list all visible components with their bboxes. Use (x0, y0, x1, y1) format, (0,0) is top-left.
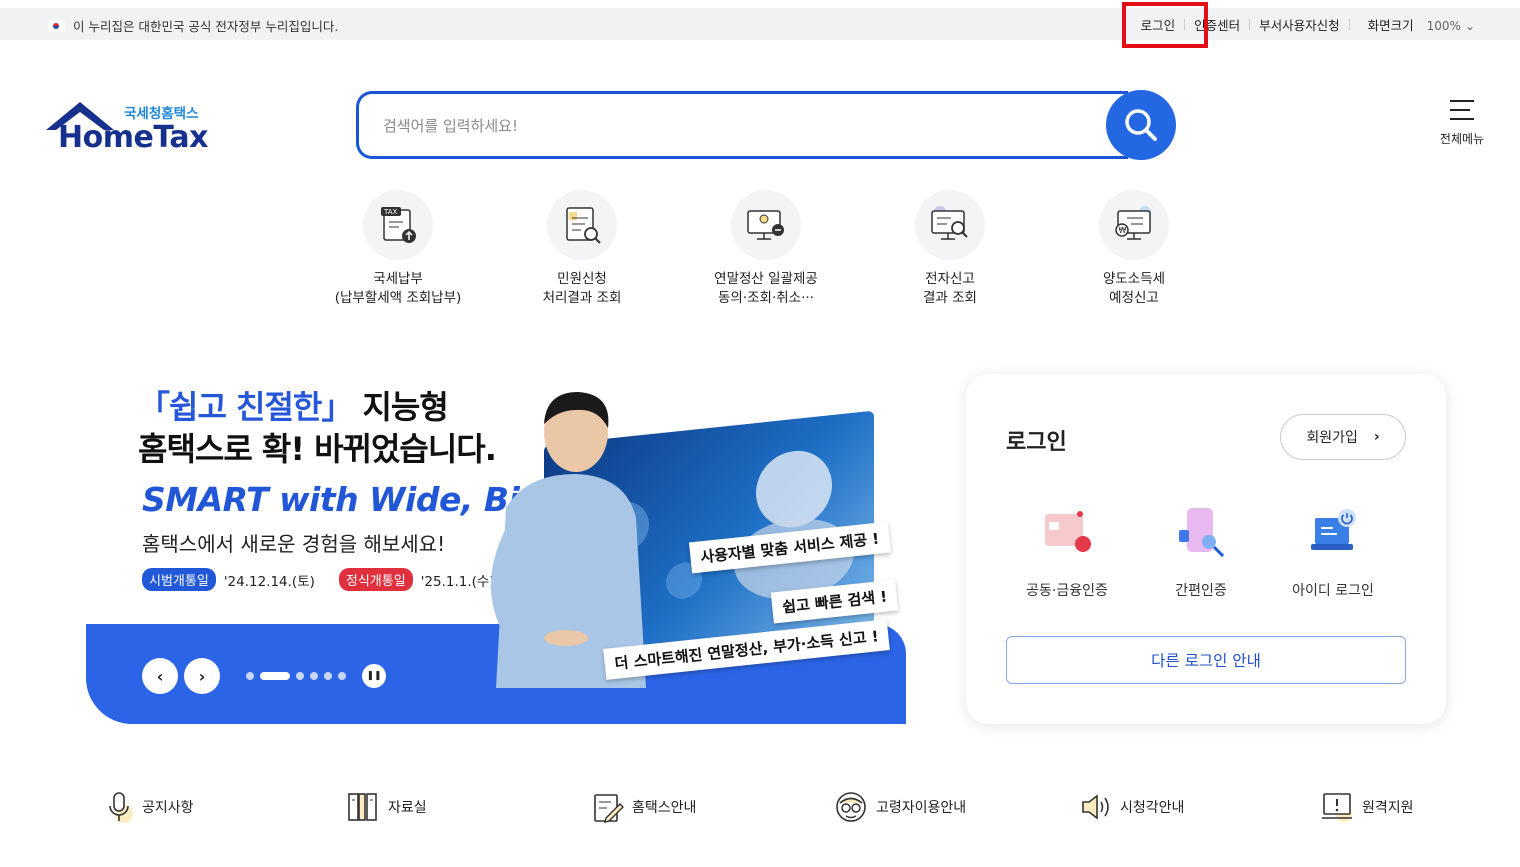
all-menu-label: 전체메뉴 (1439, 132, 1485, 146)
quick-menu-item[interactable]: ₩ 양도소득세 예정신고 (1054, 190, 1214, 308)
slide-dot[interactable] (246, 672, 254, 680)
pilot-date: '24.12.14.(토) (223, 573, 315, 590)
banner-dates: 시범개통일 '24.12.14.(토) 정식개통일 '25.1.1.(수) (142, 568, 495, 591)
main-banner[interactable]: 「쉽고 친절한」 지능형 홈택스로 확! 바뀌었습니다. SMART with W… (86, 368, 906, 724)
slide-dot-active[interactable] (260, 672, 290, 680)
quick-menu-item[interactable]: 민원신청 처리결과 조회 (502, 190, 662, 308)
certificate-card-icon (1037, 504, 1097, 564)
svg-text:TAX: TAX (383, 208, 398, 216)
zoom-control[interactable]: 화면크기 100% ⌄ (1350, 15, 1484, 34)
zoom-label: 화면크기 (1367, 17, 1414, 33)
quick-menu-sublabel: 예정신고 (1109, 290, 1159, 306)
laptop-power-icon (1303, 504, 1363, 564)
banner-headline-rest: 지능형 (352, 388, 448, 426)
speaker-icon (1082, 794, 1109, 820)
zoom-value: 100% (1426, 18, 1461, 33)
bottom-link-av-guide[interactable]: 시청각안내 (1080, 790, 1184, 824)
search-button[interactable] (1106, 90, 1176, 160)
bottom-link-senior[interactable]: 고령자이용안내 (834, 790, 966, 824)
microphone-icon (109, 792, 133, 823)
quick-menu-label: 연말정산 일괄제공 (714, 271, 818, 287)
hamburger-icon (1450, 100, 1474, 120)
join-label: 회원가입 (1306, 430, 1358, 446)
login-title: 로그인 (1006, 430, 1067, 455)
other-login-guide-button[interactable]: 다른 로그인 안내 (1006, 636, 1406, 684)
chevron-right-icon: › (1373, 429, 1380, 445)
login-highlight-box (1122, 2, 1208, 48)
search-icon (1125, 109, 1157, 141)
quick-menu-label: 양도소득세 (1102, 271, 1166, 287)
simple-login-option[interactable]: 간편인증 (1136, 504, 1266, 600)
banner-headline: 「쉽고 친절한」 지능형홈택스로 확! 바뀌었습니다. (138, 386, 497, 470)
gov-notice: 이 누리집은 대한민국 공식 전자정부 누리집입니다. (48, 16, 338, 35)
chevron-down-icon: ⌄ (1464, 18, 1475, 33)
search-box (356, 91, 1128, 159)
quick-menu-sublabel: (납부할세액 조회납부) (334, 290, 462, 306)
login-panel: 로그인 회원가입 › 공동·금융인증 간편인증 아이디 로그인 다른 로그인 안… (966, 374, 1446, 724)
bottom-link-remote[interactable]: 원격지원 (1320, 790, 1414, 824)
quick-menu-label: 민원신청 (557, 271, 607, 287)
slide-dot[interactable] (310, 672, 318, 680)
monitor-won-icon: ₩ (1099, 190, 1169, 260)
banner-description: 홈택스에서 새로운 경험을 해보세요! (142, 532, 446, 556)
svg-text:₩: ₩ (1119, 226, 1127, 235)
document-search-icon (547, 190, 617, 260)
slide-dot[interactable] (338, 672, 346, 680)
top-utility-bar: 이 누리집은 대한민국 공식 전자정부 누리집입니다. 로그인 인증센터 부서사… (0, 8, 1520, 40)
bottom-link-label: 원격지원 (1362, 800, 1414, 816)
korea-flag-icon (48, 19, 65, 32)
next-slide-button[interactable]: › (184, 658, 220, 694)
quick-menu-sublabel: 처리결과 조회 (542, 290, 622, 306)
presenter-figure (466, 388, 666, 688)
official-badge: 정식개통일 (338, 568, 413, 591)
bottom-link-label: 시청각안내 (1120, 800, 1185, 816)
quick-menu-item[interactable]: TAX 국세납부 (납부할세액 조회납부) (318, 190, 478, 308)
quick-menu-item[interactable]: 전자신고 결과 조회 (870, 190, 1030, 308)
id-login-label: 아이디 로그인 (1292, 583, 1374, 599)
banner-controls: ‹ › ❚❚ (142, 658, 386, 694)
quick-menu-sublabel: 결과 조회 (923, 290, 977, 306)
logo-title: HomeTax (58, 120, 209, 155)
logo-subtitle: 국세청홈택스 (124, 106, 199, 122)
bottom-link-label: 고령자이용안내 (876, 800, 967, 816)
hometax-logo[interactable]: 국세청홈택스 HomeTax (44, 100, 214, 160)
slide-dot[interactable] (296, 672, 304, 680)
monitor-location-icon (731, 190, 801, 260)
prev-slide-button[interactable]: ‹ (142, 658, 178, 694)
join-button[interactable]: 회원가입 › (1280, 414, 1406, 460)
quick-menu-sublabel: 동의·조회·취소··· (718, 290, 814, 306)
id-login-option[interactable]: 아이디 로그인 (1268, 504, 1398, 600)
banner-headline-line2: 홈택스로 확! 바뀌었습니다. (138, 430, 497, 468)
senior-glasses-icon (836, 792, 866, 822)
tax-payment-icon: TAX (363, 190, 433, 260)
bottom-link-label: 자료실 (388, 800, 427, 816)
bottom-link-label: 홈택스안내 (632, 800, 697, 816)
bottom-link-archive[interactable]: 자료실 (346, 790, 427, 824)
slide-dot[interactable] (324, 672, 332, 680)
pilot-badge: 시범개통일 (142, 568, 216, 591)
pause-icon[interactable]: ❚❚ (362, 664, 386, 688)
quick-menu-label: 국세납부 (373, 271, 423, 287)
phone-search-icon (1171, 504, 1231, 564)
cert-login-option[interactable]: 공동·금융인증 (1002, 504, 1132, 600)
bottom-link-notice[interactable]: 공지사항 (106, 790, 194, 824)
slide-indicators (246, 672, 346, 680)
gov-notice-text: 이 누리집은 대한민국 공식 전자정부 누리집입니다. (73, 19, 339, 34)
dept-user-link[interactable]: 부서사용자신청 (1250, 15, 1349, 34)
edit-note-icon (594, 794, 624, 823)
bookshelf-icon (348, 793, 377, 821)
search-input[interactable] (383, 108, 1083, 144)
remote-alert-icon (1322, 793, 1352, 822)
bottom-link-guide[interactable]: 홈택스안내 (592, 790, 696, 824)
quick-menu-item[interactable]: 연말정산 일괄제공 동의·조회·취소··· (686, 190, 846, 308)
simple-login-label: 간편인증 (1175, 583, 1227, 599)
monitor-search-icon (915, 190, 985, 260)
quick-menu-label: 전자신고 (925, 271, 975, 287)
cert-login-label: 공동·금융인증 (1026, 583, 1108, 599)
all-menu-button[interactable]: 전체메뉴 (1432, 100, 1492, 147)
bottom-link-label: 공지사항 (142, 800, 194, 816)
banner-headline-highlight: 「쉽고 친절한」 (138, 388, 353, 426)
